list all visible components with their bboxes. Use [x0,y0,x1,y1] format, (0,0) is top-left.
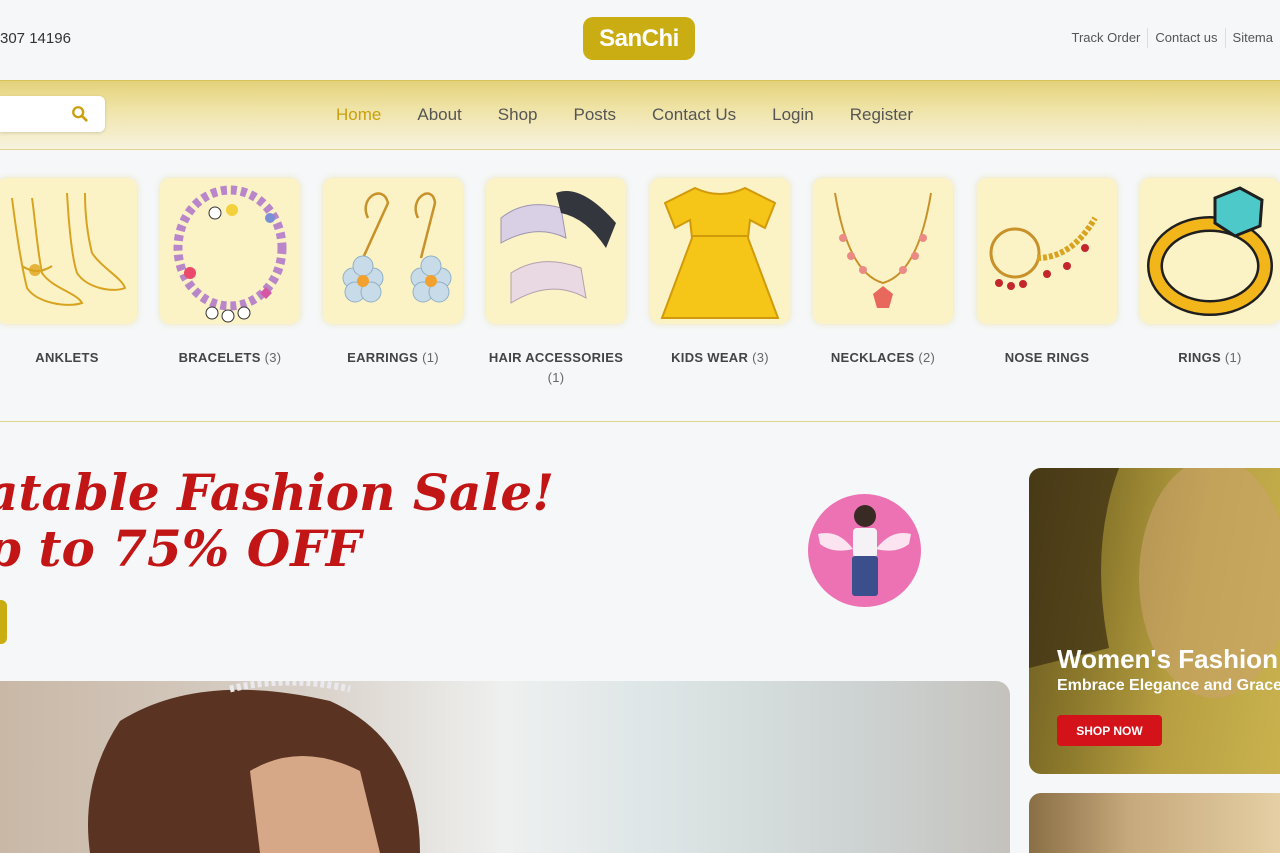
category-rings[interactable]: RINGS (1) [1137,178,1280,368]
secondary-promo-image[interactable] [1029,793,1280,853]
category-kids-wear[interactable]: KIDS WEAR (3) [647,178,793,368]
logo-text: SanChi [599,24,679,52]
category-label: EARRINGS (1) [347,350,439,365]
top-bar: 307 14196 SanChi Track Order Contact us … [0,0,1280,80]
bridal-banner-image[interactable] [0,681,1010,853]
search-input[interactable] [0,96,105,132]
category-label: BRACELETS (3) [178,350,282,365]
category-label: HAIR ACCESSORIES (1) [488,350,624,385]
hero-line-2: p to 75% OFF [0,519,362,578]
phone-number: 307 14196 [0,30,71,47]
category-label: ANKLETS [35,350,99,365]
category-label: NECKLACES (2) [830,350,936,365]
nav-contact-us[interactable]: Contact Us [634,105,754,125]
ring-image [1140,178,1280,324]
category-earrings[interactable]: EARRINGS (1) [320,178,466,368]
nav-login[interactable]: Login [754,105,832,125]
category-nose-rings[interactable]: NOSE RINGS [974,178,1120,368]
category-label: RINGS (1) [1178,350,1242,365]
shop-now-button[interactable]: SHOP NOW [1057,715,1162,746]
category-strip: ANKLETS BRACELETS (3) EARRINGS (1) HAIR … [0,150,1280,422]
logo[interactable]: SanChi [583,17,695,60]
category-bracelets[interactable]: BRACELETS (3) [157,178,303,368]
hero-line-1: atable Fashion Sale! [0,463,555,522]
earrings-image [323,178,463,324]
category-necklaces[interactable]: NECKLACES (2) [810,178,956,368]
promo-subtitle: Embrace Elegance and Grace [1057,677,1280,694]
category-label: KIDS WEAR (3) [671,350,769,365]
hero-shop-button[interactable] [0,600,7,644]
nav-shop[interactable]: Shop [480,105,556,125]
nav-home[interactable]: Home [318,105,399,125]
category-hair-accessories[interactable]: HAIR ACCESSORIES (1) [483,178,629,388]
search-icon[interactable] [71,105,89,123]
contact-us-link[interactable]: Contact us [1147,28,1224,48]
dress-image [650,178,790,324]
track-order-link[interactable]: Track Order [1065,28,1148,48]
promo-title: Women's Fashion [1057,644,1278,674]
main-nav: Home About Shop Posts Contact Us Login R… [318,105,931,125]
anklet-image [0,178,137,324]
hair-clip-image [486,178,626,324]
nose-ring-image [977,178,1117,324]
top-links: Track Order Contact us Sitema [1065,28,1280,48]
hero-title: atable Fashion Sale! p to 75% OFF [0,465,554,577]
kids-promo-image[interactable] [808,494,921,607]
category-label: NOSE RINGS [1004,350,1090,365]
nav-bar: Home About Shop Posts Contact Us Login R… [0,80,1280,150]
nav-about[interactable]: About [399,105,479,125]
category-anklets[interactable]: ANKLETS [0,178,140,368]
necklace-image [813,178,953,324]
womens-fashion-promo[interactable]: Women's Fashion Embrace Elegance and Gra… [1029,468,1280,774]
sitemap-link[interactable]: Sitema [1224,28,1280,48]
nav-posts[interactable]: Posts [556,105,635,125]
bracelet-image [160,178,300,324]
nav-register[interactable]: Register [832,105,931,125]
